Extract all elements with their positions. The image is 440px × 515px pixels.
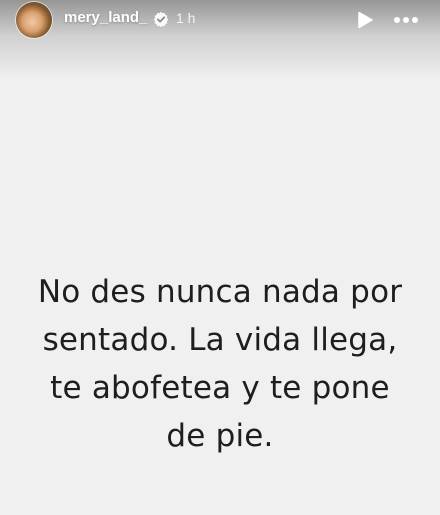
story-text-line: te abofetea y te pone: [50, 370, 390, 406]
story-text-line: No des nunca nada por: [37, 274, 403, 310]
story-text: No des nunca nada por sentado. La vida l…: [20, 268, 420, 460]
verified-icon: [153, 11, 169, 27]
more-icon[interactable]: [392, 11, 420, 29]
story-header: mery_land_ 1 h: [0, 0, 440, 40]
post-time: 1 h: [176, 10, 196, 26]
story-canvas[interactable]: mery_land_ 1 h No des nunca nada por sen…: [0, 0, 440, 515]
play-icon[interactable]: [355, 10, 375, 30]
username-link[interactable]: mery_land_: [64, 9, 147, 26]
story-text-line: sentado. La vida llega,: [42, 322, 398, 358]
avatar[interactable]: [16, 2, 52, 38]
story-text-line: de pie.: [166, 418, 274, 454]
